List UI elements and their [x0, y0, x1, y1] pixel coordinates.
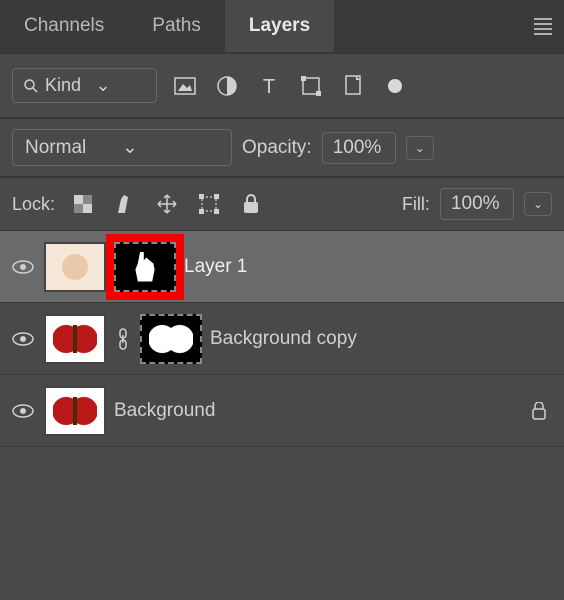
link-icon[interactable]: [114, 328, 132, 350]
layer-locked-icon: [524, 402, 554, 420]
eye-icon: [12, 259, 34, 275]
kind-filter-dropdown[interactable]: Kind ⌄: [12, 68, 157, 103]
layer-name[interactable]: Background: [114, 400, 516, 422]
panel-tabs: Channels Paths Layers: [0, 0, 564, 52]
blend-row: Normal ⌄ Opacity: 100% ⌄: [0, 119, 564, 176]
kind-filter-label: Kind: [45, 75, 96, 96]
chevron-down-icon: ⌄: [122, 136, 219, 159]
layer-thumbnail[interactable]: [44, 386, 106, 436]
tab-channels[interactable]: Channels: [0, 0, 128, 52]
smart-object-filter-icon[interactable]: [339, 72, 367, 100]
layer-thumbnail[interactable]: [44, 314, 106, 364]
lock-artboard-icon[interactable]: [195, 190, 223, 218]
lock-label: Lock:: [12, 194, 55, 215]
fill-flyout[interactable]: ⌄: [524, 192, 552, 216]
search-icon: [23, 78, 39, 94]
lock-pixels-icon[interactable]: [111, 190, 139, 218]
layer-row[interactable]: Layer 1: [0, 231, 564, 303]
layer-row[interactable]: Background copy: [0, 303, 564, 375]
fill-label: Fill:: [402, 194, 430, 215]
fill-input[interactable]: 100%: [440, 188, 514, 220]
chevron-down-icon: ⌄: [96, 75, 147, 96]
shape-layer-filter-icon[interactable]: [297, 72, 325, 100]
opacity-flyout[interactable]: ⌄: [406, 136, 434, 160]
opacity-label: Opacity:: [242, 137, 312, 159]
adjustment-layer-filter-icon[interactable]: [213, 72, 241, 100]
lock-all-icon[interactable]: [237, 190, 265, 218]
tab-layers[interactable]: Layers: [225, 0, 334, 52]
filter-row: Kind ⌄ T: [0, 54, 564, 117]
layer-name[interactable]: Layer 1: [184, 256, 554, 278]
layer-name[interactable]: Background copy: [210, 328, 554, 350]
layer-mask-thumbnail[interactable]: [140, 314, 202, 364]
type-layer-filter-icon[interactable]: T: [255, 72, 283, 100]
layer-thumbnail[interactable]: [44, 242, 106, 292]
lock-row: Lock: Fill: 100% ⌄: [0, 178, 564, 230]
blend-mode-value: Normal: [25, 137, 122, 159]
tab-paths[interactable]: Paths: [128, 0, 225, 52]
eye-icon: [12, 331, 34, 347]
layer-mask-thumbnail[interactable]: [114, 242, 176, 292]
eye-icon: [12, 403, 34, 419]
lock-transparency-icon[interactable]: [69, 190, 97, 218]
chevron-down-icon: ⌄: [533, 197, 543, 211]
visibility-toggle[interactable]: [10, 331, 36, 347]
svg-text:T: T: [263, 76, 275, 96]
blend-mode-dropdown[interactable]: Normal ⌄: [12, 129, 232, 166]
chevron-down-icon: ⌄: [415, 141, 425, 155]
layer-row[interactable]: Background: [0, 375, 564, 447]
filter-toggle-icon[interactable]: [381, 72, 409, 100]
visibility-toggle[interactable]: [10, 259, 36, 275]
layers-panel: Channels Paths Layers Kind ⌄ T: [0, 0, 564, 600]
opacity-input[interactable]: 100%: [322, 132, 396, 164]
lock-position-icon[interactable]: [153, 190, 181, 218]
pixel-layer-filter-icon[interactable]: [171, 72, 199, 100]
panel-menu-icon[interactable]: [534, 18, 552, 35]
layers-list: Layer 1 Background copy Background: [0, 230, 564, 447]
visibility-toggle[interactable]: [10, 403, 36, 419]
